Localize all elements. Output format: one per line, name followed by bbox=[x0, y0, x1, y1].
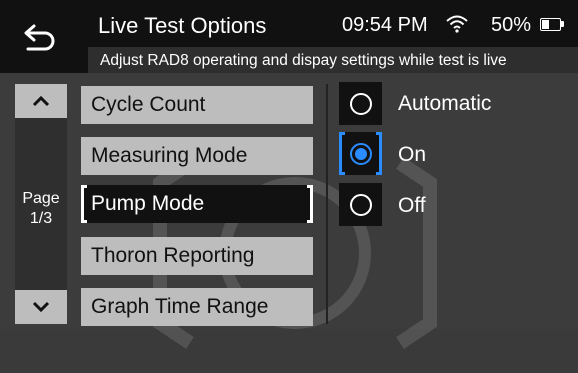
radio-dot bbox=[354, 147, 367, 160]
back-arrow-icon bbox=[24, 24, 55, 50]
page-up-button[interactable] bbox=[15, 84, 67, 118]
radio-on[interactable] bbox=[339, 132, 382, 175]
selection-bracket-left bbox=[339, 132, 345, 175]
menu-item-cycle-count[interactable]: Cycle Count bbox=[81, 86, 313, 124]
selection-bracket-right bbox=[307, 185, 313, 223]
clock-time: 09:54 PM bbox=[342, 14, 428, 36]
option-label-off[interactable]: Off bbox=[398, 194, 426, 218]
option-label-on[interactable]: On bbox=[398, 143, 426, 167]
menu-item-thoron-reporting[interactable]: Thoron Reporting bbox=[81, 237, 313, 275]
battery-percentage: 50% bbox=[491, 14, 532, 36]
chevron-down-icon bbox=[32, 301, 50, 313]
panel-divider bbox=[326, 84, 328, 324]
battery-tip bbox=[561, 21, 564, 27]
menu-item-label: Graph Time Range bbox=[91, 295, 269, 318]
subtitle-bar: Adjust RAD8 operating and dispay setting… bbox=[88, 47, 578, 73]
back-button[interactable] bbox=[0, 0, 80, 73]
menu-item-label: Thoron Reporting bbox=[91, 244, 255, 267]
battery-fill bbox=[542, 20, 549, 29]
battery-icon bbox=[540, 18, 561, 31]
menu-item-label: Cycle Count bbox=[91, 93, 206, 116]
page-number: 1/3 bbox=[29, 210, 53, 227]
menu-item-label: Pump Mode bbox=[91, 192, 205, 215]
wifi-icon bbox=[446, 15, 468, 33]
menu-item-pump-mode[interactable]: Pump Mode bbox=[81, 185, 313, 223]
chevron-up-icon bbox=[32, 95, 50, 107]
selection-bracket-right bbox=[376, 132, 382, 175]
radio-circle-icon bbox=[349, 193, 372, 216]
radio-circle-icon bbox=[349, 92, 372, 115]
content-area: Page 1/3 Cycle Count Measuring Mode Pump… bbox=[0, 73, 578, 349]
page-subtitle: Adjust RAD8 operating and dispay setting… bbox=[100, 52, 507, 69]
pager-rail: Page 1/3 bbox=[15, 84, 67, 324]
radio-selected-icon bbox=[349, 142, 372, 165]
header-bar: Live Test Options 09:54 PM 50% Adjust RA… bbox=[0, 0, 578, 73]
menu-item-measuring-mode[interactable]: Measuring Mode bbox=[81, 137, 313, 175]
page-title: Live Test Options bbox=[98, 13, 267, 38]
menu-item-label: Measuring Mode bbox=[91, 144, 248, 167]
menu-item-graph-time-range[interactable]: Graph Time Range bbox=[81, 288, 313, 326]
option-label-automatic[interactable]: Automatic bbox=[398, 92, 491, 116]
page-down-button[interactable] bbox=[15, 290, 67, 324]
selection-bracket-left bbox=[81, 185, 87, 223]
radio-off[interactable] bbox=[339, 183, 382, 226]
radio-automatic[interactable] bbox=[339, 82, 382, 125]
page-label-text: Page bbox=[22, 190, 60, 207]
page-indicator: Page 1/3 bbox=[15, 189, 67, 229]
